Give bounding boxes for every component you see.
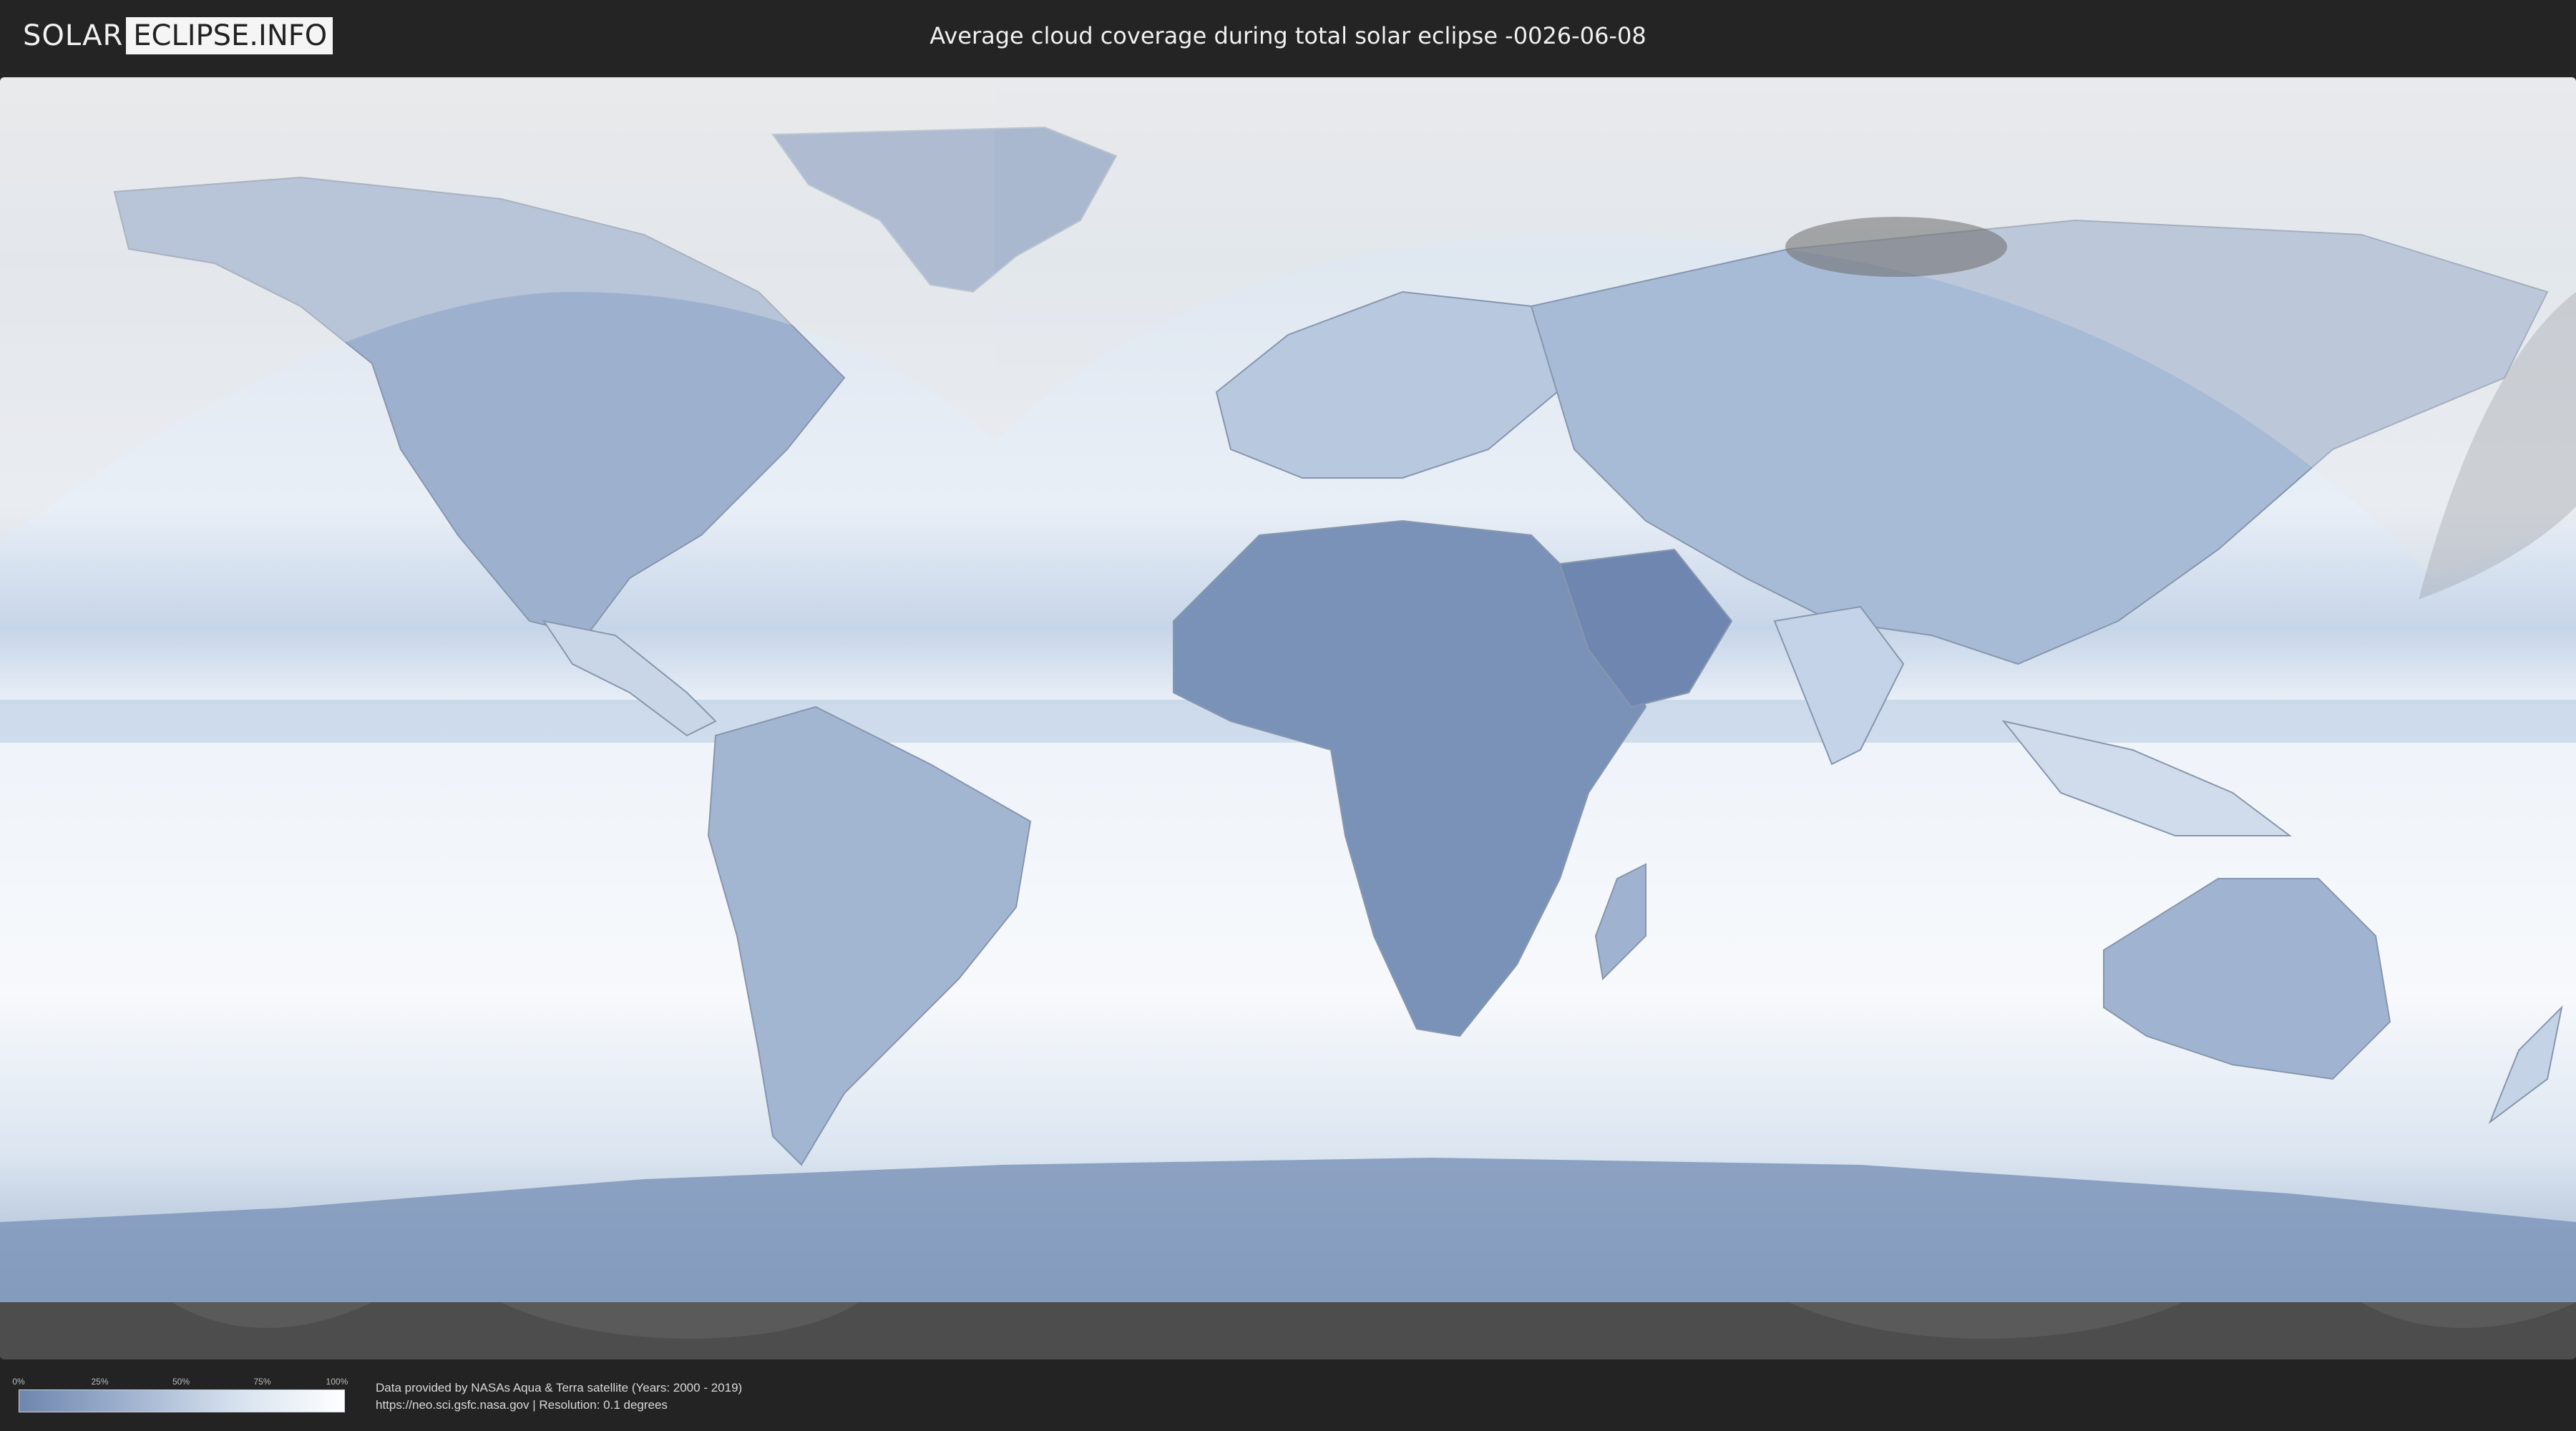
cloud-coverage-legend: 0% 25% 50% 75% 100% [12,1377,348,1412]
data-credits: Data provided by NASAs Aqua & Terra sate… [376,1379,742,1414]
legend-ticks: 0% 25% 50% 75% 100% [12,1377,348,1390]
credits-line-source: Data provided by NASAs Aqua & Terra sate… [376,1381,743,1395]
header-bar: SOLAR ECLIPSE.INFO Average cloud coverag… [0,0,2576,72]
legend-tick-75: 75% [253,1377,271,1387]
legend-tick-0: 0% [12,1377,25,1387]
legend-gradient-bar [19,1390,345,1412]
night-shadow-band [0,1302,2576,1359]
footer-bar: 0% 25% 50% 75% 100% Data provided by NAS… [0,1359,2576,1431]
cloud-coverage-map[interactable] [0,77,2576,1359]
legend-tick-50: 50% [172,1377,190,1387]
map-svg [0,77,2576,1359]
eclipse-totality-path [1785,217,2007,277]
legend-tick-25: 25% [91,1377,109,1387]
credits-line-url[interactable]: https://neo.sci.gsfc.nasa.gov | Resoluti… [376,1397,742,1414]
legend-tick-100: 100% [326,1377,348,1387]
page-title: Average cloud coverage during total sola… [930,22,1646,49]
